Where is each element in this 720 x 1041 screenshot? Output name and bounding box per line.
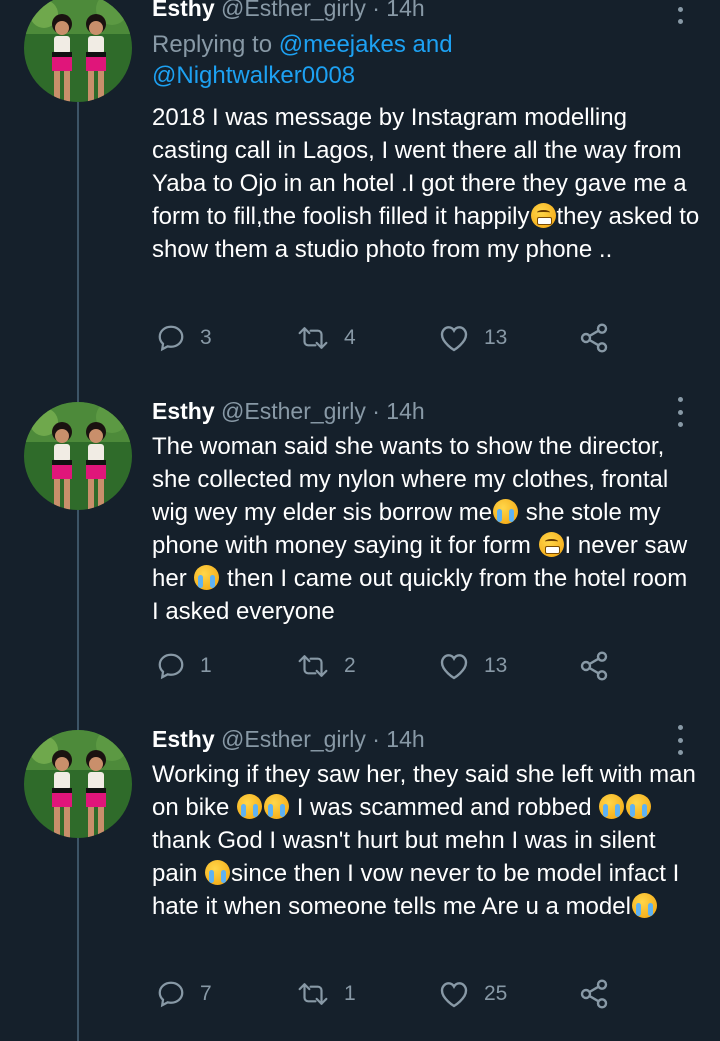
- tweet-text: The woman said she wants to show the dir…: [152, 430, 700, 628]
- display-name[interactable]: Esthy: [152, 398, 215, 424]
- share-button[interactable]: [578, 974, 610, 1014]
- tweet-1[interactable]: Esthy @Esther_girly · 14h Replying to @m…: [0, 0, 720, 390]
- text-segment: I was scammed and robbed: [290, 794, 599, 821]
- share-button[interactable]: [578, 318, 610, 358]
- tweet-actions: 3 4 13: [152, 318, 692, 358]
- timestamp[interactable]: 14h: [386, 726, 424, 752]
- thread-line: [77, 390, 79, 402]
- heart-icon: [440, 982, 468, 1008]
- tweet-2[interactable]: Esthy @Esther_girly · 14h The woman said…: [0, 390, 720, 718]
- separator-dot: ·: [372, 726, 380, 752]
- separator-dot: ·: [372, 0, 380, 21]
- thread-line: [77, 510, 79, 718]
- mention-link[interactable]: @meejakes: [279, 31, 406, 58]
- reply-icon: [158, 325, 184, 352]
- retweet-button[interactable]: 2: [296, 646, 356, 686]
- username[interactable]: @Esther_girly: [221, 0, 366, 21]
- thread-line: [77, 102, 79, 390]
- retweet-count: 1: [344, 982, 356, 1005]
- confounded-face-icon: [538, 532, 564, 557]
- share-icon: [580, 323, 608, 353]
- loudly-crying-face-icon: [194, 565, 220, 590]
- mention-link[interactable]: @Nightwalker0008: [152, 62, 355, 89]
- share-icon: [580, 979, 608, 1009]
- tweet-text: 2018 I was message by Instagram modellin…: [152, 101, 700, 266]
- tweet-text: Working if they saw her, they said she l…: [152, 758, 700, 923]
- tweet-actions: 7 1 25: [152, 974, 692, 1014]
- reply-count: 3: [200, 326, 212, 349]
- loudly-crying-face-icon: [237, 794, 263, 819]
- like-count: 13: [484, 326, 508, 349]
- replying-prefix: Replying to: [152, 31, 273, 58]
- loudly-crying-face-icon: [264, 794, 290, 819]
- reply-icon: [158, 653, 184, 680]
- avatar[interactable]: [24, 730, 132, 838]
- timestamp[interactable]: 14h: [386, 0, 424, 21]
- like-count: 13: [484, 654, 508, 677]
- more-icon[interactable]: [670, 397, 690, 427]
- tweet-header: Esthy @Esther_girly · 14h: [152, 397, 425, 425]
- avatar[interactable]: [24, 402, 132, 510]
- share-icon: [580, 651, 608, 681]
- more-icon[interactable]: [670, 725, 690, 755]
- username[interactable]: @Esther_girly: [221, 398, 366, 424]
- retweet-button[interactable]: 4: [296, 318, 356, 358]
- like-count: 25: [484, 982, 508, 1005]
- heart-icon: [440, 326, 468, 352]
- loudly-crying-face-icon: [493, 499, 519, 524]
- text-segment: then I came out quickly from the hotel r…: [152, 565, 688, 625]
- text-segment: since then I vow never to be model infac…: [152, 860, 680, 920]
- retweet-count: 4: [344, 326, 356, 349]
- confounded-face-icon: [530, 203, 556, 228]
- avatar[interactable]: [24, 0, 132, 102]
- loudly-crying-face-icon: [205, 860, 231, 885]
- share-button[interactable]: [578, 646, 610, 686]
- tweet-actions: 1 2 13: [152, 646, 692, 686]
- loudly-crying-face-icon: [626, 794, 652, 819]
- heart-icon: [440, 654, 468, 680]
- display-name[interactable]: Esthy: [152, 726, 215, 752]
- replying-to: Replying to @meejakes and @Nightwalker00…: [152, 29, 453, 91]
- retweet-count: 2: [344, 654, 356, 677]
- replying-and[interactable]: and: [413, 31, 453, 58]
- like-button[interactable]: 13: [438, 318, 507, 358]
- reply-count: 1: [200, 654, 212, 677]
- loudly-crying-face-icon: [631, 893, 657, 918]
- reply-button[interactable]: 7: [156, 974, 212, 1014]
- retweet-icon: [298, 983, 328, 1005]
- retweet-icon: [298, 327, 328, 349]
- more-icon[interactable]: [670, 0, 690, 24]
- like-button[interactable]: 25: [438, 974, 507, 1014]
- thread-line: [77, 838, 79, 1041]
- timestamp[interactable]: 14h: [386, 398, 424, 424]
- tweet-header: Esthy @Esther_girly · 14h: [152, 0, 425, 22]
- reply-icon: [158, 981, 184, 1008]
- retweet-button[interactable]: 1: [296, 974, 356, 1014]
- tweet-header: Esthy @Esther_girly · 14h: [152, 725, 425, 753]
- reply-count: 7: [200, 982, 212, 1005]
- thread-line: [77, 718, 79, 730]
- reply-button[interactable]: 3: [156, 318, 212, 358]
- reply-button[interactable]: 1: [156, 646, 212, 686]
- username[interactable]: @Esther_girly: [221, 726, 366, 752]
- retweet-icon: [298, 655, 328, 677]
- display-name[interactable]: Esthy: [152, 0, 215, 21]
- like-button[interactable]: 13: [438, 646, 507, 686]
- loudly-crying-face-icon: [599, 794, 625, 819]
- separator-dot: ·: [372, 398, 380, 424]
- tweet-3[interactable]: Esthy @Esther_girly · 14h Working if the…: [0, 718, 720, 1041]
